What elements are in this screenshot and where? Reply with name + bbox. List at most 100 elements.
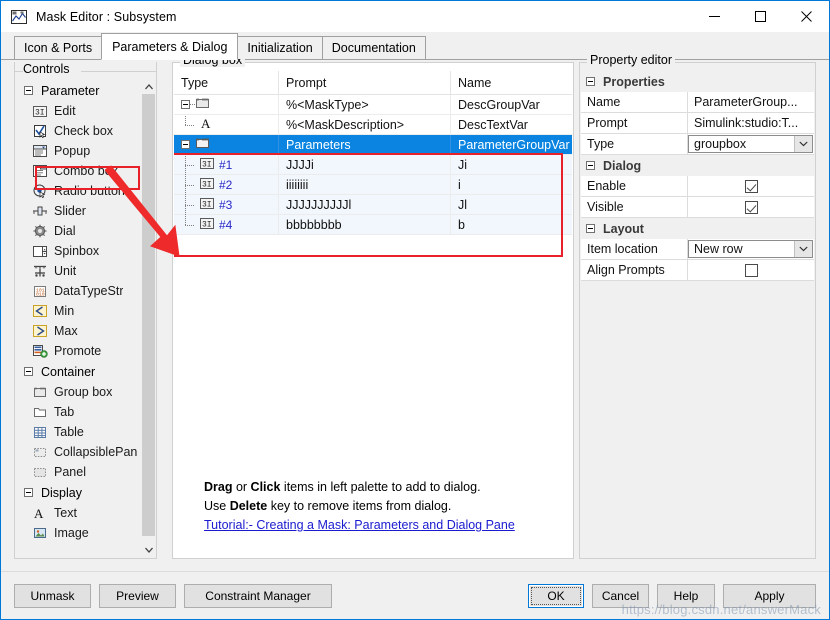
row-name-cell: i [458, 177, 461, 192]
palette-group-container[interactable]: Container [16, 361, 143, 382]
content-area: Controls Parameter 3I Edit Check box Pop… [1, 53, 829, 571]
property-row-prompt[interactable]: Prompt Simulink:studio:T... [581, 113, 814, 134]
item-location-dropdown[interactable]: New row [688, 240, 813, 258]
scroll-up-icon[interactable] [142, 80, 155, 94]
property-row-enable[interactable]: Enable [581, 176, 814, 197]
property-value-name[interactable]: ParameterGroup... [688, 92, 814, 112]
apply-button[interactable]: Apply [723, 584, 816, 608]
panel-icon [32, 465, 48, 480]
scroll-down-icon[interactable] [142, 543, 155, 557]
table-row[interactable]: 3I #1 JJJJi Ji [174, 154, 572, 175]
property-value-align-prompts[interactable] [688, 260, 814, 280]
palette-item-popup[interactable]: Popup [16, 141, 143, 161]
palette-item-edit[interactable]: 3I Edit [16, 101, 143, 121]
maximize-button[interactable] [737, 1, 783, 32]
window-controls [691, 1, 829, 32]
svg-text:010: 010 [36, 291, 45, 297]
cancel-button[interactable]: Cancel [592, 584, 649, 608]
palette-item-radio-button[interactable]: Radio button [16, 181, 143, 201]
constraint-manager-button[interactable]: Constraint Manager [184, 584, 332, 608]
column-header-prompt[interactable]: Prompt [279, 71, 451, 94]
property-value-enable[interactable] [688, 176, 814, 196]
palette-group-display[interactable]: Display [16, 482, 143, 503]
property-section-layout[interactable]: Layout [581, 218, 814, 239]
palette-item-min[interactable]: Min [16, 301, 143, 321]
palette-item-slider[interactable]: Slider [16, 201, 143, 221]
column-header-type[interactable]: Type [174, 71, 279, 94]
palette-item-check-box[interactable]: Check box [16, 121, 143, 141]
chevron-down-icon[interactable] [794, 136, 812, 152]
enable-checkbox[interactable] [744, 179, 758, 193]
palette-item-max[interactable]: Max [16, 321, 143, 341]
unmask-button[interactable]: Unmask [14, 584, 91, 608]
palette-item-label: Panel [54, 465, 86, 479]
groupbox-icon [195, 137, 211, 153]
align-prompts-checkbox[interactable] [744, 263, 758, 277]
collapse-icon[interactable] [586, 224, 595, 233]
type-dropdown[interactable]: groupbox [688, 135, 813, 153]
property-row-item-location[interactable]: Item location New row [581, 239, 814, 260]
table-row-selected[interactable]: Parameters ParameterGroupVar [174, 134, 572, 155]
property-value-prompt[interactable]: Simulink:studio:T... [688, 113, 814, 133]
palette-item-promote[interactable]: Promote [16, 341, 143, 361]
minimize-button[interactable] [691, 1, 737, 32]
palette-item-spinbox[interactable]: Spinbox [16, 241, 143, 261]
collapse-icon[interactable] [24, 488, 33, 497]
expander-icon[interactable] [181, 140, 190, 149]
tree-header-row: Type Prompt Name [174, 71, 572, 95]
close-button[interactable] [783, 1, 829, 32]
unit-icon [32, 264, 48, 279]
column-header-name[interactable]: Name [451, 71, 572, 94]
palette-item-group-box[interactable]: Group box [16, 382, 143, 402]
table-row[interactable]: A %<MaskDescription> DescTextVar [174, 114, 572, 135]
expander-icon[interactable] [181, 100, 190, 109]
tutorial-link[interactable]: Tutorial:- Creating a Mask: Parameters a… [204, 518, 515, 532]
palette-group-parameter[interactable]: Parameter [16, 80, 143, 101]
palette-item-tab[interactable]: Tab [16, 402, 143, 422]
row-name-cell: DescTextVar [458, 117, 528, 132]
palette-item-datatypestr[interactable]: 101 010 DataTypeStr [16, 281, 143, 301]
preview-button[interactable]: Preview [99, 584, 176, 608]
row-prompt-cell: bbbbbbbb [279, 214, 451, 235]
palette-item-label: Unit [54, 264, 77, 278]
collapse-icon[interactable] [586, 77, 595, 86]
palette-item-text[interactable]: A Text [16, 503, 143, 523]
tab-icon-and-ports[interactable]: Icon & Ports [14, 36, 103, 59]
table-row[interactable]: 3I #2 iiiiiiii i [174, 174, 572, 195]
palette-item-panel[interactable]: Panel [16, 462, 143, 482]
palette-scroll-thumb[interactable] [142, 94, 155, 536]
palette-item-image[interactable]: Image [16, 523, 143, 543]
property-row-align-prompts[interactable]: Align Prompts [581, 260, 814, 281]
help-button[interactable]: Help [657, 584, 715, 608]
tab-initialization[interactable]: Initialization [237, 36, 323, 59]
row-prompt-cell: JJJJJJJJJJl [279, 194, 451, 215]
palette-item-unit[interactable]: Unit [16, 261, 143, 281]
collapse-icon[interactable] [24, 86, 33, 95]
property-key: Item location [581, 239, 688, 259]
table-row[interactable]: 3I #4 bbbbbbbb b [174, 214, 572, 235]
collapse-icon[interactable] [24, 367, 33, 376]
palette-item-dial[interactable]: Dial [16, 221, 143, 241]
table-row[interactable]: %<MaskType> DescGroupVar [174, 94, 572, 115]
property-value-visible[interactable] [688, 197, 814, 217]
dialog-box-panel: Dialog box Type Prompt Name %<MaskType> … [172, 53, 574, 559]
palette-item-label: Table [54, 425, 84, 439]
tab-parameters-and-dialog[interactable]: Parameters & Dialog [101, 33, 239, 60]
palette-item-collapsible-panel[interactable]: CollapsiblePan [16, 442, 143, 462]
property-section-properties[interactable]: Properties [581, 71, 814, 92]
collapse-icon[interactable] [586, 161, 595, 170]
row-prompt-cell: %<MaskDescription> [279, 114, 451, 135]
tab-documentation[interactable]: Documentation [321, 36, 426, 59]
property-section-dialog[interactable]: Dialog [581, 155, 814, 176]
palette-item-table[interactable]: Table [16, 422, 143, 442]
visible-checkbox[interactable] [744, 200, 758, 214]
palette-item-combo-box[interactable]: Combo box [16, 161, 143, 181]
palette-scrollbar[interactable] [142, 80, 155, 557]
property-row-type[interactable]: Type groupbox [581, 134, 814, 155]
property-row-visible[interactable]: Visible [581, 197, 814, 218]
property-section-label: Dialog [603, 158, 642, 173]
table-row[interactable]: 3I #3 JJJJJJJJJJl Jl [174, 194, 572, 215]
ok-button[interactable]: OK [528, 584, 584, 608]
chevron-down-icon[interactable] [794, 241, 812, 257]
property-row-name[interactable]: Name ParameterGroup... [581, 92, 814, 113]
